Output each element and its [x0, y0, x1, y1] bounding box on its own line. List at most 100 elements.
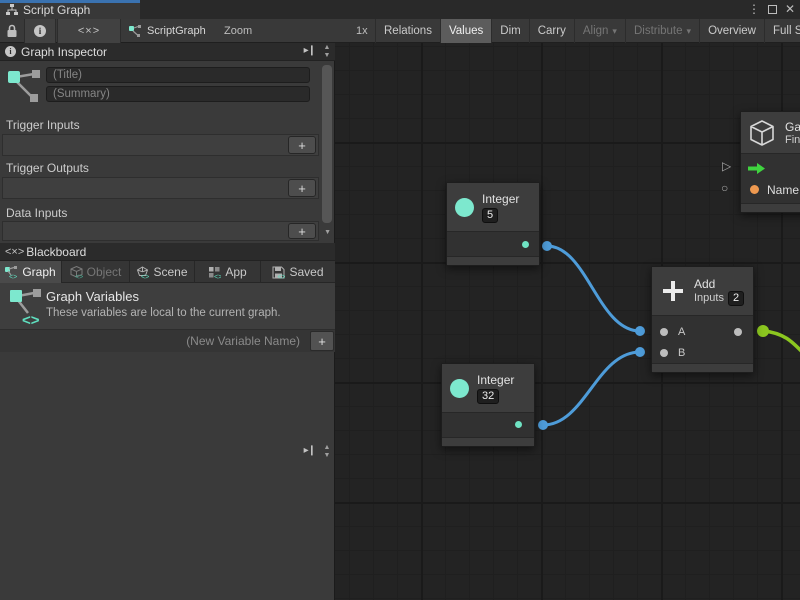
tab-object[interactable]: <> Object: [62, 261, 130, 283]
dock-icon[interactable]: ▸❙: [304, 445, 315, 456]
wire-endpoint-green: [757, 325, 769, 337]
window-menu-icon[interactable]: ⋮: [748, 0, 760, 19]
scroll-up-icon[interactable]: ▲: [324, 44, 331, 52]
tab-scene[interactable]: <> Scene: [130, 261, 195, 283]
port-b-label: B: [678, 347, 685, 359]
svg-text:<>: <>: [75, 274, 83, 279]
literal-icon: [450, 379, 469, 398]
graph-variables-description: These variables are local to the current…: [46, 307, 281, 319]
svg-text:<>: <>: [141, 274, 149, 279]
inputs-label: Inputs: [694, 292, 724, 304]
graph-tab-icon: [6, 4, 18, 16]
graph-node-icon: [6, 67, 42, 105]
scroll-down-icon[interactable]: ▼: [324, 52, 331, 60]
output-port[interactable]: [522, 241, 529, 248]
scroll-down-icon[interactable]: ▼: [324, 452, 331, 460]
blackboard-header: <×> Blackboard ▸❙ ▲ ▼: [0, 243, 335, 261]
graph-summary-input[interactable]: [46, 86, 310, 102]
graph-toolbar: i <×> ScriptGraph Zoom 1x Relations Valu…: [0, 19, 800, 43]
graph-canvas[interactable]: Integer 5 Integer 32: [335, 43, 800, 600]
code-view-button[interactable]: <×>: [57, 19, 121, 43]
breadcrumb-label: ScriptGraph: [147, 25, 206, 37]
data-inputs-label: Data Inputs: [6, 206, 67, 220]
new-variable-input[interactable]: [0, 330, 308, 352]
wire-add-output: [763, 331, 800, 357]
graph-variables-title: Graph Variables: [46, 289, 139, 304]
tab-graph[interactable]: <> Graph: [0, 261, 62, 283]
output-port[interactable]: [515, 421, 522, 428]
zoom-value: 1x: [356, 25, 368, 37]
dock-icon[interactable]: ▸❙: [304, 45, 315, 56]
graph-inspector-title: Graph Inspector: [21, 45, 107, 59]
object-cube-icon: <>: [70, 266, 83, 279]
blackboard-title: Blackboard: [26, 245, 86, 259]
panel-scroll-arrows[interactable]: ▲ ▼: [321, 444, 333, 460]
info-icon: i: [5, 46, 16, 57]
info-icon: i: [34, 25, 46, 37]
full-screen-button[interactable]: Full Screen: [764, 19, 800, 43]
relations-button[interactable]: Relations: [375, 19, 440, 43]
plus-icon: [662, 280, 684, 302]
tab-label: Script Graph: [23, 3, 90, 17]
wire-endpoint: [635, 347, 645, 357]
align-dropdown[interactable]: Align▾: [574, 19, 625, 43]
tab-script-graph[interactable]: Script Graph: [0, 0, 140, 19]
tab-saved[interactable]: <> Saved: [261, 261, 335, 283]
inputs-count-field[interactable]: 2: [728, 291, 744, 306]
lock-button[interactable]: [0, 19, 23, 43]
scene-icon: <>: [136, 266, 149, 279]
trigger-outputs-list: +: [2, 177, 319, 199]
node-title: Integer: [482, 192, 519, 206]
window-controls: ⋮ ✕: [748, 0, 800, 19]
node-integer-32[interactable]: Integer 32: [441, 363, 535, 447]
output-port[interactable]: [734, 328, 742, 336]
add-trigger-output-button[interactable]: +: [288, 179, 316, 197]
graph-variables-icon: <>: [8, 287, 44, 327]
trigger-outputs-label: Trigger Outputs: [6, 161, 89, 175]
input-port-a[interactable]: [660, 328, 668, 336]
integer-value-field[interactable]: 32: [477, 389, 499, 404]
variables-icon: <×>: [5, 246, 24, 258]
carry-button[interactable]: Carry: [529, 19, 574, 43]
svg-text:<>: <>: [9, 274, 17, 279]
dim-button[interactable]: Dim: [491, 19, 528, 43]
graph-title-input[interactable]: [46, 67, 310, 83]
add-variable-button[interactable]: +: [310, 331, 334, 351]
integer-value-field[interactable]: 5: [482, 208, 498, 223]
close-icon[interactable]: ✕: [785, 0, 795, 19]
node-title: GameObject: [785, 120, 800, 134]
name-input-port[interactable]: [750, 185, 759, 194]
info-button[interactable]: i: [24, 19, 56, 43]
graph-breadcrumb[interactable]: ScriptGraph: [128, 19, 206, 43]
add-data-input-button[interactable]: +: [288, 223, 316, 239]
node-integer-5[interactable]: Integer 5: [446, 182, 540, 266]
values-button[interactable]: Values: [440, 19, 491, 43]
wire-integer5-to-a: [547, 246, 640, 331]
blackboard-tabs: <> Graph <> Object <> Scene: [0, 261, 335, 283]
side-panel: i Graph Inspector ▸❙ ▲ ▼ Trigger Inputs …: [0, 43, 335, 600]
overview-button[interactable]: Overview: [699, 19, 764, 43]
distribute-dropdown[interactable]: Distribute▾: [625, 19, 699, 43]
panel-scroll-arrows[interactable]: ▲ ▼: [321, 44, 333, 60]
scroll-down-icon[interactable]: ▼: [324, 229, 331, 236]
gameobject-cube-icon: [748, 119, 776, 147]
scroll-up-icon[interactable]: ▲: [324, 444, 331, 452]
value-port-circle-icon: ○: [721, 182, 728, 194]
control-flow-arrow-icon[interactable]: [748, 163, 765, 174]
maximize-icon[interactable]: [768, 5, 777, 14]
input-port-b[interactable]: [660, 349, 668, 357]
svg-text:<>: <>: [278, 274, 286, 279]
wire-endpoint: [542, 241, 552, 251]
literal-icon: [455, 198, 474, 217]
trigger-inputs-label: Trigger Inputs: [6, 118, 80, 132]
wire-integer32-to-b: [543, 352, 640, 425]
app-icon: <>: [208, 266, 221, 279]
tab-app[interactable]: <> App: [195, 261, 261, 283]
graph-variables-info: <> Graph Variables These variables are l…: [0, 283, 335, 330]
add-trigger-input-button[interactable]: +: [288, 136, 316, 154]
node-title: Integer: [477, 373, 514, 387]
node-add[interactable]: Add Inputs 2 A B: [651, 266, 754, 373]
node-gameobject-find[interactable]: GameObject Find Name: [740, 111, 800, 213]
inspector-scrollbar-thumb[interactable]: [322, 65, 332, 223]
svg-text:<>: <>: [214, 274, 221, 279]
